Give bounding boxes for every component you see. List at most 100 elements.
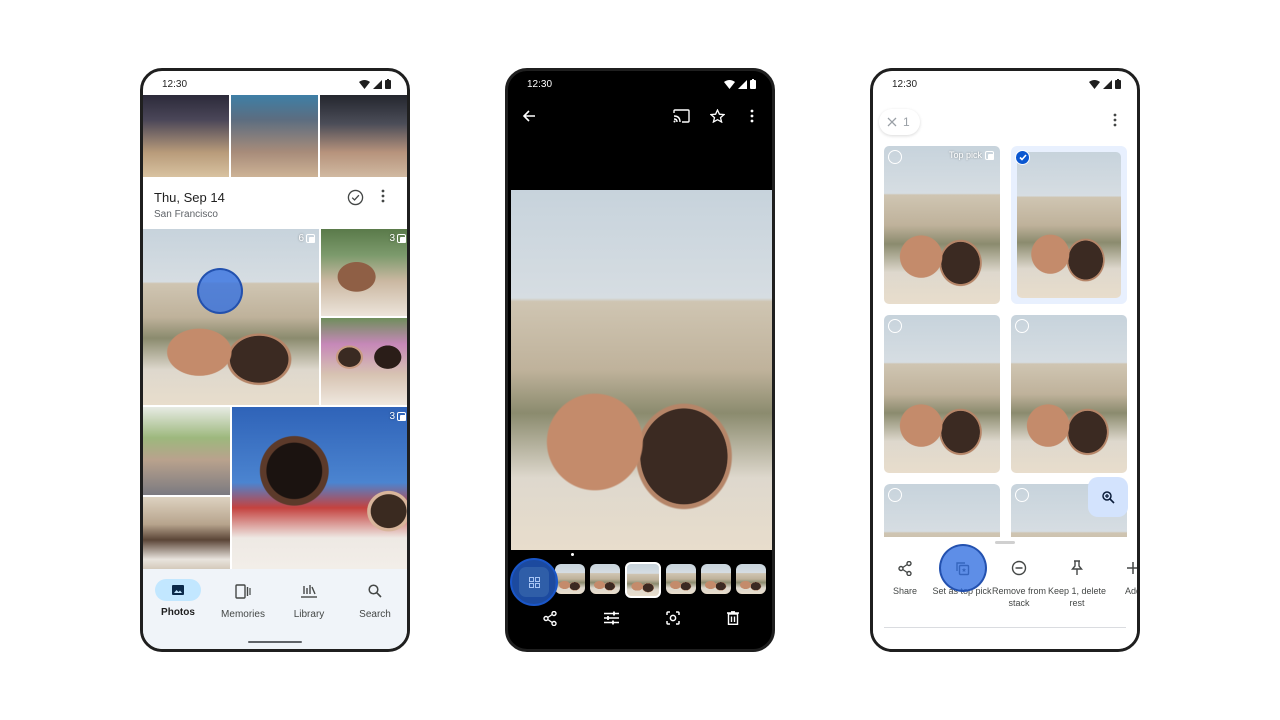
photo-thumbnail[interactable]: [143, 497, 230, 575]
photo-thumbnail[interactable]: [143, 95, 229, 177]
stack-badge: 6: [298, 233, 315, 244]
stack-photo-card[interactable]: [1011, 315, 1127, 473]
select-radio[interactable]: [888, 150, 902, 164]
stack-badge: 3: [389, 233, 406, 244]
status-time: 12:30: [162, 78, 188, 90]
lens-icon[interactable]: [666, 611, 680, 625]
phone-photos-grid: 12:30 Thu, Sep 14 San Francisco 6 3 3 Ph…: [140, 68, 410, 652]
date-title: Thu, Sep 14: [154, 190, 225, 205]
phone-stack-selection: 12:30 1 Top pick Share Set as pick Remov…: [870, 68, 1140, 652]
signal-icon: [738, 79, 747, 89]
nav-photos[interactable]: Photos: [148, 579, 208, 618]
top-pick-icon: [985, 150, 994, 160]
date-section-header: Thu, Sep 14 San Francisco: [143, 177, 407, 229]
tap-indicator: [197, 268, 243, 314]
keep-one-delete-rest-action[interactable]: Keep 1, delete rest: [1045, 557, 1109, 609]
signal-icon: [373, 79, 382, 89]
remove-circle-icon: [1011, 560, 1027, 576]
stack-icon: [397, 234, 406, 243]
nav-library[interactable]: Library: [279, 579, 339, 620]
photo-thumbnail[interactable]: [321, 318, 407, 405]
battery-icon: [750, 79, 756, 89]
select-radio[interactable]: [888, 319, 902, 333]
divider: [884, 627, 1126, 628]
pin-icon: [1071, 560, 1083, 575]
more-vert-icon[interactable]: [381, 189, 385, 203]
share-icon[interactable]: [543, 611, 557, 626]
wifi-icon: [1089, 79, 1100, 89]
zoom-in-icon: [1101, 490, 1115, 504]
select-all-check-icon[interactable]: [347, 189, 364, 206]
stacked-photo[interactable]: 3: [321, 229, 407, 316]
stack-photo-card-selected[interactable]: [1011, 146, 1127, 304]
more-vert-icon[interactable]: [750, 109, 754, 123]
selection-chip[interactable]: 1: [879, 109, 920, 135]
nav-memories[interactable]: Memories: [213, 579, 273, 620]
selected-check-icon[interactable]: [1015, 150, 1030, 165]
nav-search[interactable]: Search: [345, 579, 405, 620]
photo-thumbnail[interactable]: [143, 407, 230, 495]
edit-adjust-icon[interactable]: [604, 611, 619, 625]
stack-photo-card[interactable]: [884, 484, 1000, 544]
stack-badge: 3: [389, 411, 406, 422]
stack-thumbnail-current[interactable]: [625, 562, 661, 598]
star-icon[interactable]: [710, 109, 725, 123]
zoom-button[interactable]: [1088, 477, 1128, 517]
select-radio[interactable]: [1015, 488, 1029, 502]
stack-thumbnail[interactable]: [555, 564, 585, 594]
remove-from-stack-action[interactable]: Remove from stack: [987, 557, 1051, 609]
top-pick-badge: Top pick: [949, 150, 994, 160]
cast-icon[interactable]: [673, 109, 690, 123]
library-icon: [301, 585, 317, 598]
battery-icon: [385, 79, 391, 89]
stack-grid-button[interactable]: [510, 558, 558, 606]
date-location: San Francisco: [154, 209, 218, 220]
photo-thumbnail[interactable]: [320, 95, 407, 177]
current-position-dot: [571, 553, 574, 556]
stacked-photo[interactable]: 6: [143, 229, 319, 405]
selection-count: 1: [903, 115, 910, 129]
share-icon: [898, 560, 912, 576]
status-time: 12:30: [527, 78, 553, 90]
add-icon: [1127, 562, 1137, 574]
phone-photo-viewer: 12:30: [505, 68, 775, 652]
status-bar: 12:30: [873, 71, 1137, 97]
stack-icon: [306, 234, 315, 243]
add-action[interactable]: Add: [1101, 557, 1137, 597]
close-icon[interactable]: [887, 117, 897, 127]
wifi-icon: [724, 79, 735, 89]
stack-icon: [397, 412, 406, 421]
action-sheet: Share Set as top pick Remove from stack …: [873, 537, 1137, 649]
memories-icon: [235, 583, 251, 599]
battery-icon: [1115, 79, 1121, 89]
stack-thumbnail[interactable]: [736, 564, 766, 594]
viewer-actions: [508, 609, 772, 633]
status-bar: 12:30: [508, 71, 772, 97]
sheet-drag-handle[interactable]: [995, 541, 1015, 544]
stack-photo-card[interactable]: [884, 315, 1000, 473]
gesture-home-bar[interactable]: [248, 641, 302, 643]
main-photo[interactable]: [511, 190, 772, 550]
select-radio[interactable]: [888, 488, 902, 502]
photo-thumbnail[interactable]: [231, 95, 318, 177]
stack-thumbnail[interactable]: [701, 564, 731, 594]
stacked-photo[interactable]: 3: [232, 407, 407, 575]
stack-photo-card[interactable]: Top pick: [884, 146, 1000, 304]
share-action[interactable]: Share: [873, 557, 937, 597]
select-radio[interactable]: [1015, 319, 1029, 333]
wifi-icon: [359, 79, 370, 89]
stack-thumbnail[interactable]: [590, 564, 620, 594]
stack-thumbnail[interactable]: [666, 564, 696, 594]
viewer-top-bar: [508, 101, 772, 135]
tap-indicator: [939, 544, 987, 592]
bottom-navigation: Photos Memories Library Search: [143, 569, 407, 649]
signal-icon: [1103, 79, 1112, 89]
grid-view-icon: [528, 576, 540, 588]
delete-icon[interactable]: [727, 611, 739, 625]
more-vert-icon[interactable]: [1113, 113, 1117, 127]
status-bar: 12:30: [143, 71, 407, 97]
photos-icon: [172, 585, 184, 595]
back-arrow-icon[interactable]: [522, 109, 536, 123]
search-icon: [368, 584, 382, 598]
status-time: 12:30: [892, 78, 918, 90]
